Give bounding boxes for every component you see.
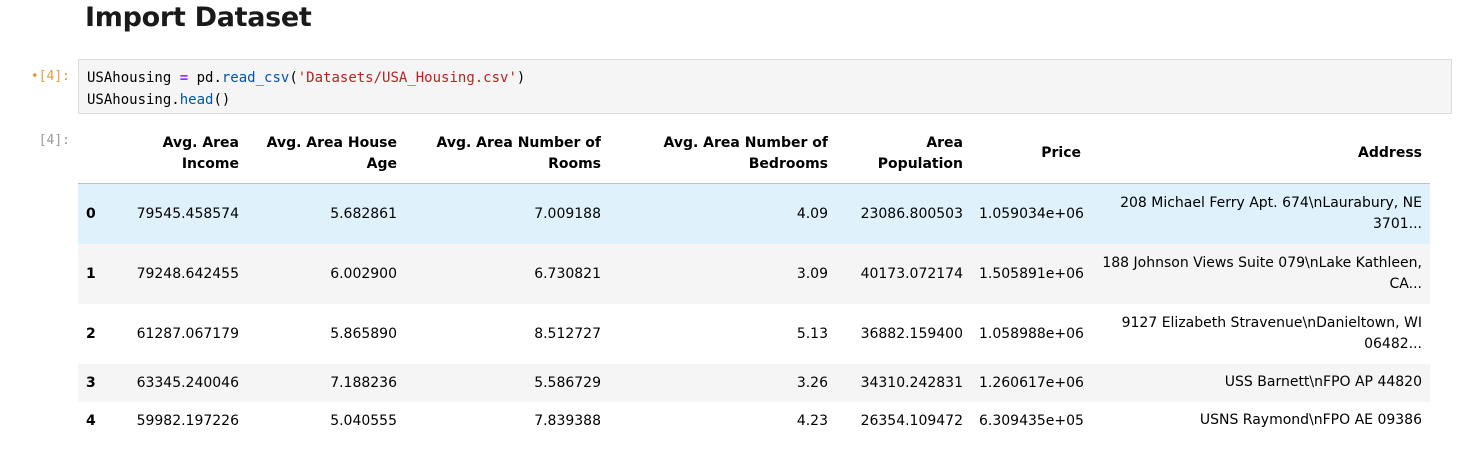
cell-address: USNS Raymond\nFPO AE 09386	[1199, 412, 1422, 428]
cell-house-age: 7.188236	[330, 374, 397, 391]
column-header-house-age: Avg. Area House Age	[247, 124, 405, 184]
section-heading: Import Dataset	[85, 2, 312, 33]
cell-house-age: 5.865890	[330, 325, 397, 342]
cell-house-age: 6.002900	[330, 265, 397, 282]
cell-rooms: 8.512727	[534, 325, 601, 342]
code-token-paren: ()	[213, 92, 231, 108]
cell-house-age: 5.040555	[330, 412, 397, 429]
cell-address: 208 Michael Ferry Apt. 674\nLaurabury, N…	[1120, 194, 1422, 232]
column-header-income: Avg. Area Income	[122, 124, 247, 184]
cell-address: USS Barnett\nFPO AP 44820	[1224, 374, 1422, 390]
column-header-bedrooms: Avg. Area Number of Bedrooms	[609, 124, 836, 184]
cell-population: 36882.159400	[860, 325, 963, 342]
cell-price: 1.058988e+06	[979, 325, 1084, 342]
cell-rooms: 7.009188	[534, 205, 601, 222]
cell-population: 26354.109472	[860, 412, 963, 429]
column-header-address: Address	[1089, 124, 1430, 184]
cell-bedrooms: 3.26	[796, 374, 828, 391]
dataframe-table: Avg. Area Income Avg. Area House Age Avg…	[78, 124, 1430, 440]
cell-bedrooms: 3.09	[796, 265, 828, 282]
code-token-function: read_csv	[221, 70, 290, 86]
column-header-price: Price	[971, 124, 1089, 184]
cell-rooms: 5.586729	[534, 374, 601, 391]
code-token-paren: )	[516, 70, 526, 86]
table-row: 0 79545.458574 5.682861 7.009188 4.09 23…	[78, 183, 1430, 244]
cell-bedrooms: 5.13	[796, 325, 828, 342]
cell-address: 188 Johnson Views Suite 079\nLake Kathle…	[1102, 254, 1422, 292]
cell-rooms: 7.839388	[534, 412, 601, 429]
cell-price: 6.309435e+05	[979, 412, 1084, 429]
cell-address: 9127 Elizabeth Stravenue\nDanieltown, WI…	[1121, 314, 1422, 352]
code-token-variable: USAhousing	[87, 70, 180, 86]
code-token-variable: USAhousing.	[87, 92, 180, 108]
cell-income: 61287.067179	[136, 325, 239, 342]
column-header-index	[78, 124, 122, 184]
output-area: Avg. Area Income Avg. Area House Age Avg…	[78, 124, 1430, 440]
code-cell-editor[interactable]: USAhousing = pd.read_csv('Datasets/USA_H…	[78, 59, 1452, 114]
row-index: 2	[86, 325, 96, 342]
cell-price: 1.505891e+06	[979, 265, 1084, 282]
row-index: 1	[86, 265, 96, 282]
cell-population: 40173.072174	[860, 265, 963, 282]
modified-marker: •	[30, 69, 39, 84]
cell-income: 79248.642455	[136, 265, 239, 282]
cell-house-age: 5.682861	[330, 205, 397, 222]
cell-rooms: 6.730821	[534, 265, 601, 282]
row-index: 4	[86, 412, 96, 429]
table-header-row: Avg. Area Income Avg. Area House Age Avg…	[78, 124, 1430, 184]
table-row: 3 63345.240046 7.188236 5.586729 3.26 34…	[78, 363, 1430, 402]
cell-population: 34310.242831	[860, 374, 963, 391]
code-token-operator: =	[179, 70, 189, 86]
cell-price: 1.260617e+06	[979, 374, 1084, 391]
cell-price: 1.059034e+06	[979, 205, 1084, 222]
code-token-function: head	[179, 92, 214, 108]
cell-bedrooms: 4.23	[796, 412, 828, 429]
table-row: 1 79248.642455 6.002900 6.730821 3.09 40…	[78, 243, 1430, 304]
cell-income: 59982.197226	[136, 412, 239, 429]
row-index: 0	[86, 205, 96, 222]
code-line-1: USAhousing = pd.read_csv('Datasets/USA_H…	[87, 67, 1451, 89]
code-token-string: 'Datasets/USA_Housing.csv'	[297, 70, 517, 86]
table-row: 2 61287.067179 5.865890 8.512727 5.13 36…	[78, 304, 1430, 364]
column-header-population: Area Population	[836, 124, 971, 184]
code-token-paren: (	[289, 70, 298, 86]
cell-population: 23086.800503	[860, 205, 963, 222]
cell-bedrooms: 4.09	[796, 205, 828, 222]
output-prompt: [4]:	[38, 133, 70, 148]
column-header-rooms: Avg. Area Number of Rooms	[405, 124, 609, 184]
input-prompt-label: [4]:	[38, 69, 70, 84]
cell-income: 79545.458574	[136, 205, 239, 222]
code-token-module: pd.	[188, 70, 222, 86]
code-line-2: USAhousing.head()	[87, 89, 1451, 111]
cell-income: 63345.240046	[136, 374, 239, 391]
input-prompt: •[4]:	[0, 69, 70, 84]
row-index: 3	[86, 374, 96, 391]
table-row: 4 59982.197226 5.040555 7.839388 4.23 26…	[78, 402, 1430, 440]
